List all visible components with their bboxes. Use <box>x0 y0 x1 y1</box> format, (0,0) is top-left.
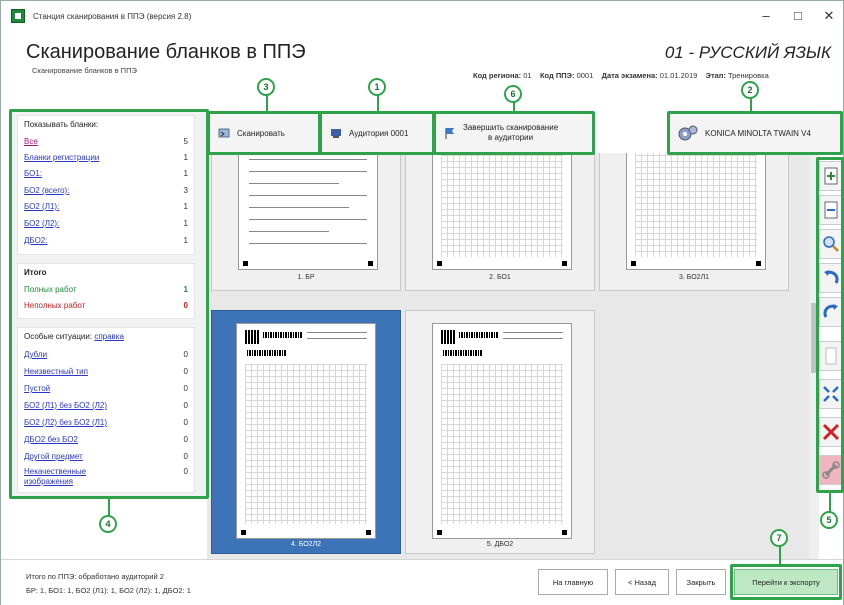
subject-title: 01 - РУССКИЙ ЯЗЫК <box>664 43 831 62</box>
thumbnail-item[interactable]: 5. ДБО2 <box>405 310 595 554</box>
thumbnail-caption: 3. БО2Л1 <box>678 274 710 281</box>
annotation-box-1 <box>319 111 435 155</box>
thumbnail-caption: 2. БО1 <box>489 274 511 281</box>
thumbnail-item[interactable]: 3. БО2Л1 <box>599 153 789 291</box>
annotation-marker-4: 4 <box>99 515 117 533</box>
stage-value: Тренировка <box>727 71 769 80</box>
annotation-box-4 <box>9 109 209 499</box>
home-button[interactable]: На главную <box>538 569 608 595</box>
thumbnail-caption: 5. ДБО2 <box>486 541 514 548</box>
annotation-box-7 <box>730 564 842 600</box>
annotation-marker-1: 1 <box>368 78 386 96</box>
page-title: Сканирование бланков в ППЭ <box>26 41 306 63</box>
annotation-box-5 <box>816 157 844 493</box>
annotation-marker-7: 7 <box>770 529 788 547</box>
form-page-image <box>432 153 572 270</box>
stage-label: Этап: <box>705 71 726 80</box>
thumbnail-caption: 1. БР <box>297 274 315 281</box>
form-page-image <box>236 323 376 539</box>
thumbnail-item[interactable]: 1. БР <box>211 153 401 291</box>
region-value: 01 <box>523 71 532 80</box>
form-page-image <box>432 323 572 539</box>
annotation-marker-2: 2 <box>741 81 759 99</box>
form-page-image <box>626 153 766 270</box>
region-label: Код региона: <box>473 71 522 80</box>
ppe-value: 0001 <box>576 71 594 80</box>
thumbnail-caption: 4. БО2Л2 <box>290 541 322 548</box>
date-label: Дата экзамена: <box>601 71 658 80</box>
thumbnail-item-selected[interactable]: 4. БО2Л2 <box>211 310 401 554</box>
exam-meta: Код региона: 01 Код ППЭ: 0001 Дата экзам… <box>473 71 769 80</box>
footer-summary-2: БР: 1, БО1: 1, БО2 (Л1): 1, БО2 (Л2): 1,… <box>26 586 191 595</box>
ppe-label: Код ППЭ: <box>539 71 575 80</box>
back-button[interactable]: < Назад <box>615 569 669 595</box>
close-button[interactable]: Закрыть <box>676 569 726 595</box>
annotation-box-6 <box>433 111 595 155</box>
window-title: Станция сканирования в ППЭ (версия 2.8) <box>33 11 192 21</box>
main-window: Станция сканирования в ППЭ (версия 2.8) … <box>0 0 844 605</box>
annotation-box-2 <box>667 111 843 155</box>
annotation-marker-3: 3 <box>257 78 275 96</box>
footer-summary-1: Итого по ППЭ: обработано аудиторий 2 <box>26 572 164 581</box>
maximize-button[interactable]: □ <box>788 8 808 23</box>
title-bar: Станция сканирования в ППЭ (версия 2.8) … <box>1 1 843 31</box>
page-subtitle: Сканирование бланков в ППЭ <box>32 66 137 75</box>
annotation-marker-5: 5 <box>820 511 838 529</box>
minimize-button[interactable]: – <box>756 8 776 23</box>
thumbnail-item[interactable]: 2. БО1 <box>405 153 595 291</box>
close-window-button[interactable]: ✕ <box>819 8 839 24</box>
thumbnail-grid: 1. БР 2. БО1 3. БО2Л1 4. БО2Л2 5. ДБО2 <box>207 153 819 559</box>
app-icon <box>11 9 25 23</box>
annotation-marker-6: 6 <box>504 85 522 103</box>
form-page-image <box>238 153 378 270</box>
annotation-box-3 <box>207 111 321 155</box>
date-value: 01.01.2019 <box>659 71 698 80</box>
